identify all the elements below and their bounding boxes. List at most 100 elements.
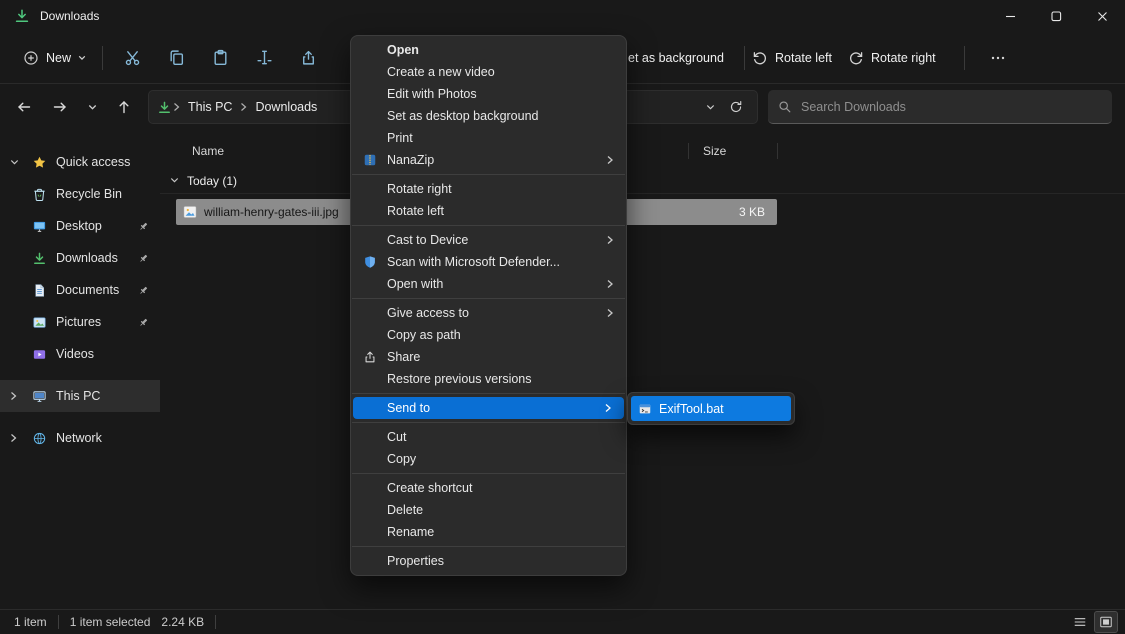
submenu-item-exiftool[interactable]: ExifTool.bat [631,396,791,421]
sidebar-item-recycle-bin[interactable]: Recycle Bin [0,178,160,210]
share-button[interactable] [288,40,328,76]
menu-separator [352,422,625,423]
menu-item-label: Print [387,131,413,145]
sidebar-item-quick-access[interactable]: Quick access [0,146,160,178]
rotate-left-icon [752,50,768,66]
documents-icon [32,283,47,298]
menu-item-give-access-to[interactable]: Give access to [351,302,626,324]
breadcrumb-item-this-pc[interactable]: This PC [181,97,239,117]
breadcrumb-item-downloads[interactable]: Downloads [248,97,324,117]
network-icon [32,431,47,446]
group-header-today[interactable]: Today (1) [160,168,1125,194]
sidebar-item-desktop[interactable]: Desktop [0,210,160,242]
new-button[interactable]: New [14,43,95,73]
column-divider[interactable] [688,143,689,159]
menu-item-copy-as-path[interactable]: Copy as path [351,324,626,346]
downloads-folder-icon [157,100,172,115]
large-icons-view-button[interactable] [1095,612,1117,632]
chevron-right-icon[interactable] [10,433,17,443]
forward-button[interactable] [44,91,76,123]
search-input[interactable] [801,100,1102,114]
ellipsis-icon [990,50,1006,66]
menu-item-properties[interactable]: Properties [351,550,626,572]
menu-item-label: Give access to [387,306,469,320]
menu-item-cut[interactable]: Cut [351,426,626,448]
menu-item-rename[interactable]: Rename [351,521,626,543]
menu-item-label: Rotate right [387,182,452,196]
sidebar-item-this-pc[interactable]: This PC [0,380,160,412]
recycle-bin-icon [32,187,47,202]
selection-summary: 1 item selected [70,615,151,629]
copy-icon [168,49,185,66]
statusbar-divider [58,615,59,629]
menu-item-create-a-new-video[interactable]: Create a new video [351,61,626,83]
cut-button[interactable] [112,40,152,76]
menu-item-nanazip[interactable]: NanaZip [351,149,626,171]
column-header-size[interactable]: Size [703,144,726,158]
copy-button[interactable] [156,40,196,76]
address-dropdown-button[interactable] [697,94,723,120]
menu-item-label: Create a new video [387,65,495,79]
menu-item-open[interactable]: Open [351,39,626,61]
set-as-background-button-partial[interactable]: et as background [628,32,724,84]
menu-item-label: Edit with Photos [387,87,477,101]
chevron-right-icon [606,308,614,318]
rotate-left-button[interactable]: Rotate left [752,32,832,84]
up-button[interactable] [108,91,140,123]
menu-item-label: Open with [387,277,443,291]
menu-item-scan-with-microsoft-defender[interactable]: Scan with Microsoft Defender... [351,251,626,273]
details-view-button[interactable] [1069,612,1091,632]
menu-item-share[interactable]: Share [351,346,626,368]
send-to-submenu: ExifTool.bat [627,392,795,425]
menu-item-restore-previous-versions[interactable]: Restore previous versions [351,368,626,390]
menu-item-label: Share [387,350,420,364]
menu-item-send-to[interactable]: Send to [353,397,624,419]
file-row[interactable]: william-henry-gates-iii.jpg 3 KB [160,199,1125,225]
pin-icon [137,220,150,233]
selection-size: 2.24 KB [161,615,204,629]
menu-item-rotate-right[interactable]: Rotate right [351,178,626,200]
menu-item-copy[interactable]: Copy [351,448,626,470]
batch-file-icon [638,402,652,416]
menu-item-create-shortcut[interactable]: Create shortcut [351,477,626,499]
minimize-button[interactable] [987,0,1033,32]
paste-button[interactable] [200,40,240,76]
chevron-down-icon[interactable] [170,177,179,184]
rotate-right-icon [848,50,864,66]
sidebar-gap [0,370,160,380]
sidebar-item-pictures[interactable]: Pictures [0,306,160,338]
sidebar-item-videos[interactable]: Videos [0,338,160,370]
sidebar-item-label: Quick access [56,155,130,169]
menu-item-print[interactable]: Print [351,127,626,149]
more-options-button[interactable] [982,32,1014,84]
menu-item-label: Rotate left [387,204,444,218]
chevron-right-icon[interactable] [10,391,17,401]
menu-item-set-as-desktop-background[interactable]: Set as desktop background [351,105,626,127]
chevron-down-icon[interactable] [10,159,19,166]
sidebar-item-label: Desktop [56,219,102,233]
column-header-name[interactable]: Name [192,144,224,158]
sidebar-item-downloads[interactable]: Downloads [0,242,160,274]
chevron-right-icon [606,235,614,245]
menu-item-edit-with-photos[interactable]: Edit with Photos [351,83,626,105]
rotate-right-button[interactable]: Rotate right [848,32,936,84]
sidebar-item-label: Network [56,431,102,445]
maximize-button[interactable] [1033,0,1079,32]
rename-icon [256,49,273,66]
menu-item-cast-to-device[interactable]: Cast to Device [351,229,626,251]
sidebar-item-documents[interactable]: Documents [0,274,160,306]
menu-item-open-with[interactable]: Open with [351,273,626,295]
column-divider[interactable] [777,143,778,159]
chevron-right-icon [606,279,614,289]
rename-button[interactable] [244,40,284,76]
details-view-icon [1073,615,1087,629]
sidebar-item-network[interactable]: Network [0,422,160,454]
search-box[interactable] [768,90,1112,124]
refresh-button[interactable] [723,94,749,120]
pin-icon [137,252,150,265]
recent-locations-button[interactable] [80,91,104,123]
menu-item-delete[interactable]: Delete [351,499,626,521]
close-button[interactable] [1079,0,1125,32]
menu-item-rotate-left[interactable]: Rotate left [351,200,626,222]
back-button[interactable] [8,91,40,123]
